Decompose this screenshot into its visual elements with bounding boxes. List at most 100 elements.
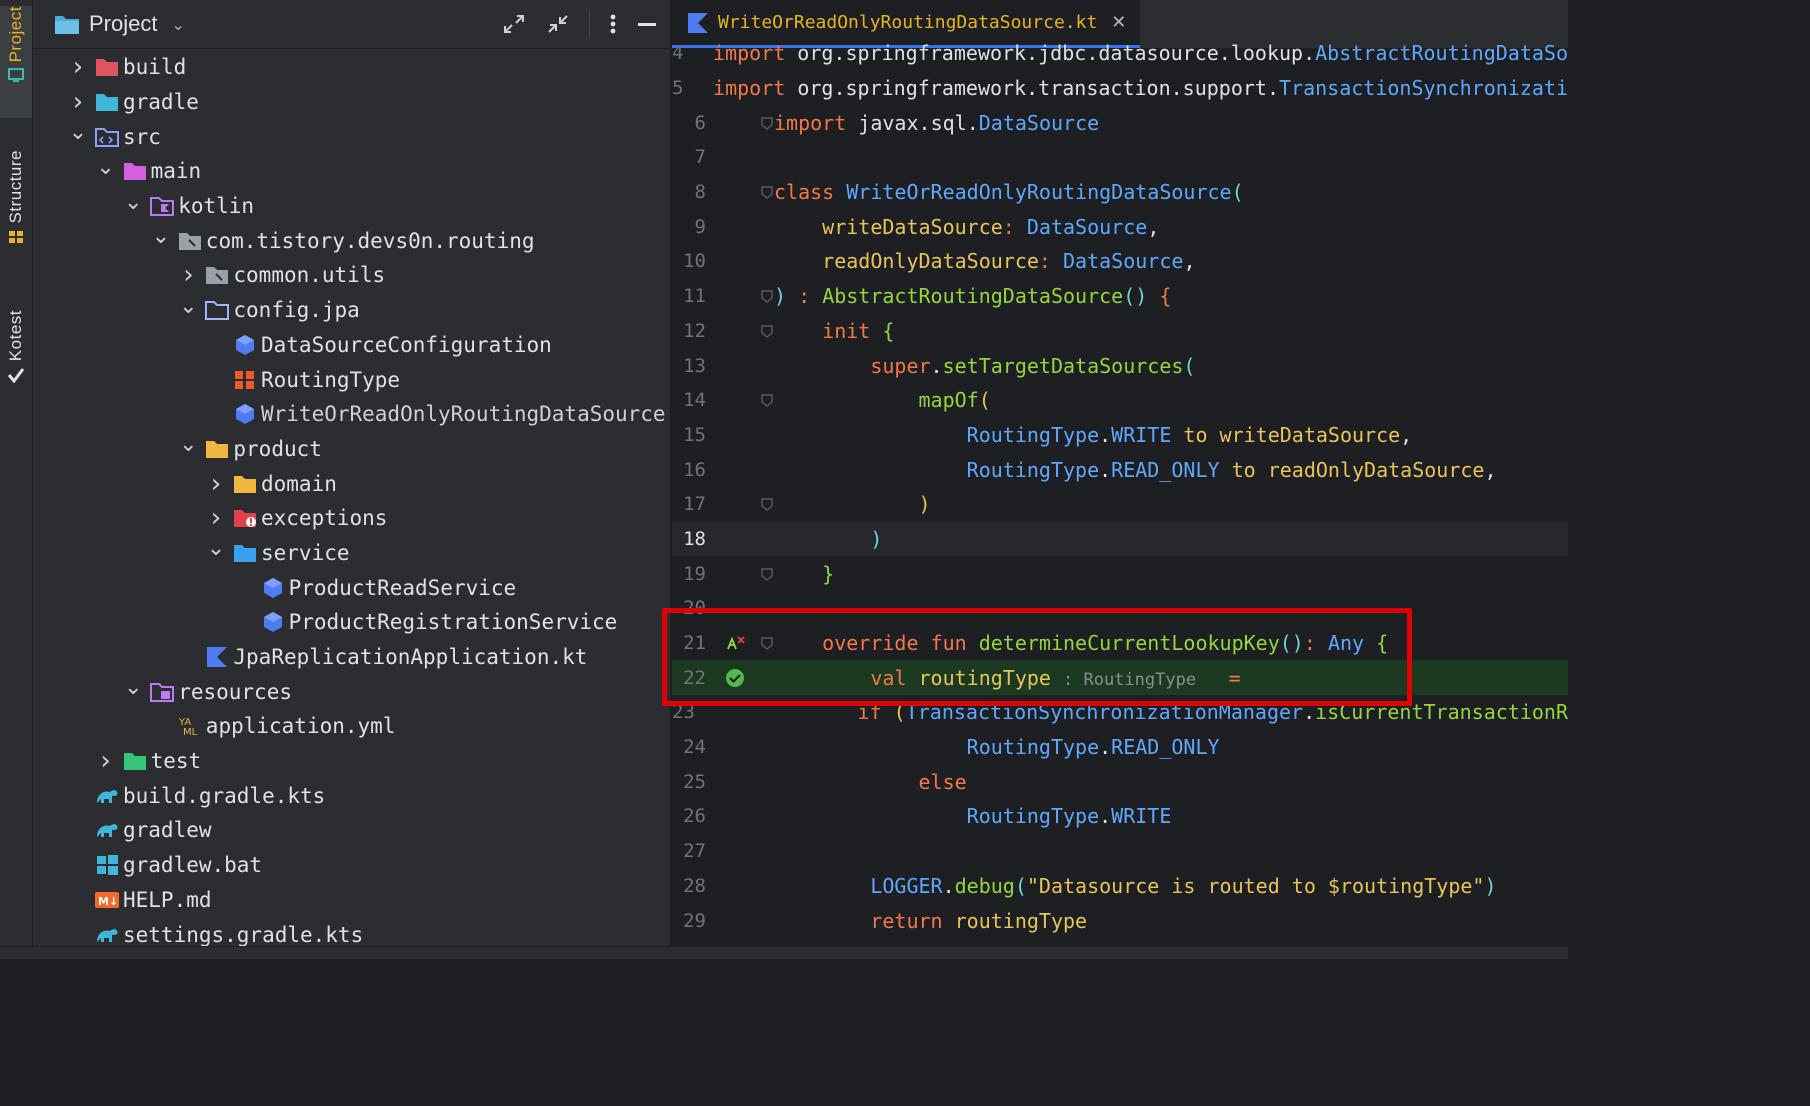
code-line[interactable]: 24 RoutingType.READ_ONLY bbox=[672, 730, 1568, 765]
collapse-all-icon[interactable] bbox=[545, 12, 571, 36]
tree-item-icon bbox=[231, 402, 259, 426]
tree-item[interactable]: ⌄ main bbox=[33, 154, 670, 189]
chevron-down-icon[interactable]: ⌄ bbox=[67, 120, 89, 145]
fold-icon[interactable] bbox=[760, 324, 774, 338]
code-line[interactable]: 28 LOGGER.debug("Datasource is routed to… bbox=[672, 869, 1568, 904]
line-number: 8 bbox=[694, 181, 706, 204]
code-line[interactable]: 14 mapOf( bbox=[672, 383, 1568, 418]
structure-tool-button[interactable]: Structure bbox=[0, 150, 32, 280]
tree-item[interactable]: › domain bbox=[33, 466, 670, 501]
tree-item[interactable]: › exceptions bbox=[33, 501, 670, 536]
chevron-down-icon[interactable]: ⌄ bbox=[122, 675, 144, 700]
code-view[interactable]: 4 import org.springframework.jdbc.datasou… bbox=[672, 36, 1568, 938]
code-line[interactable]: 25 else bbox=[672, 764, 1568, 799]
code-token: support bbox=[1182, 76, 1267, 101]
tree-item[interactable]: ⌄ src bbox=[33, 119, 670, 154]
line-number: 19 bbox=[683, 562, 706, 585]
code-line[interactable]: 10 readOnlyDataSource: DataSource, bbox=[672, 244, 1568, 279]
code-token: jdbc bbox=[1038, 41, 1087, 66]
tree-item[interactable]: JpaReplicationApplication.kt bbox=[33, 640, 670, 675]
code-line[interactable]: 7 bbox=[672, 140, 1568, 175]
chevron-right-icon[interactable]: › bbox=[177, 260, 199, 290]
code-line[interactable]: 19 } bbox=[672, 556, 1568, 591]
tree-item[interactable]: ⌄ com.tistory.devs0n.routing bbox=[33, 223, 670, 258]
chevron-down-icon[interactable]: ⌄ bbox=[205, 536, 227, 561]
code-line[interactable]: 6 import javax.sql.DataSource bbox=[672, 105, 1568, 140]
tree-item[interactable]: ⌄ service bbox=[33, 536, 670, 571]
code-line[interactable]: 4 import org.springframework.jdbc.datasou… bbox=[672, 36, 1568, 71]
chevron-right-icon[interactable]: › bbox=[67, 87, 89, 117]
expand-all-icon[interactable] bbox=[501, 12, 527, 36]
kotest-tool-button[interactable]: Kotest bbox=[0, 310, 32, 410]
tree-item[interactable]: gradlew.bat bbox=[33, 848, 670, 883]
fold-icon[interactable] bbox=[760, 567, 774, 581]
code-line[interactable]: 27 bbox=[672, 834, 1568, 869]
tree-item[interactable]: YA ML application.yml bbox=[33, 709, 670, 744]
code-line[interactable]: 26 RoutingType.WRITE bbox=[672, 799, 1568, 834]
chevron-right-icon[interactable]: › bbox=[95, 746, 117, 776]
tree-item[interactable]: › gradle bbox=[33, 85, 670, 120]
close-icon[interactable]: ✕ bbox=[1111, 12, 1126, 33]
tree-item[interactable]: ProductRegistrationService bbox=[33, 605, 670, 640]
tree-item-label: src bbox=[123, 124, 161, 149]
tree-item[interactable]: RoutingType bbox=[33, 362, 670, 397]
tree-item[interactable]: ⌄ product bbox=[33, 432, 670, 467]
chevron-down-icon[interactable]: ⌄ bbox=[177, 432, 199, 457]
code-line[interactable]: 9 writeDataSource: DataSource, bbox=[672, 209, 1568, 244]
tree-item[interactable]: ⌄ config.jpa bbox=[33, 293, 670, 328]
project-tool-button[interactable]: Project bbox=[0, 6, 32, 118]
line-number: 7 bbox=[694, 146, 706, 169]
line-number: 27 bbox=[683, 840, 706, 863]
tree-item-label: service bbox=[261, 540, 350, 565]
fold-icon[interactable] bbox=[760, 289, 774, 304]
tree-item[interactable]: › test bbox=[33, 744, 670, 779]
code-line[interactable]: 15 RoutingType.WRITE to writeDataSource, bbox=[672, 418, 1568, 453]
tree-item[interactable]: › common.utils bbox=[33, 258, 670, 293]
tree-item[interactable]: › build bbox=[33, 50, 670, 85]
code-line[interactable]: 18 ) bbox=[672, 521, 1568, 557]
chevron-right-icon[interactable]: › bbox=[67, 52, 89, 82]
tree-item[interactable]: gradlew bbox=[33, 813, 670, 848]
tree-item[interactable]: M↓ HELP.md bbox=[33, 883, 670, 918]
code-line[interactable]: 17 ) bbox=[672, 487, 1568, 522]
chevron-right-icon[interactable]: › bbox=[205, 503, 227, 533]
hide-panel-icon[interactable] bbox=[636, 12, 658, 36]
tree-item-label: build.gradle.kts bbox=[123, 783, 326, 808]
code-line[interactable]: 16 RoutingType.READ_ONLY to readOnlyData… bbox=[672, 452, 1568, 487]
code-line[interactable]: 5 import org.springframework.transaction.… bbox=[672, 71, 1568, 106]
chevron-down-icon[interactable]: ⌄ bbox=[150, 224, 172, 249]
fold-icon[interactable] bbox=[760, 116, 774, 130]
more-options-icon[interactable] bbox=[608, 12, 618, 36]
chevron-down-icon[interactable]: ⌄ bbox=[171, 15, 184, 34]
tree-item-icon: M↓ bbox=[93, 888, 121, 912]
code-line[interactable]: 11) : AbstractRoutingDataSource() { bbox=[672, 279, 1568, 314]
tree-item[interactable]: ⌄ kotlin bbox=[33, 189, 670, 224]
chevron-down-icon[interactable]: ⌄ bbox=[177, 294, 199, 319]
code-line[interactable]: 13 super.setTargetDataSources( bbox=[672, 348, 1568, 383]
code-token: return bbox=[870, 908, 955, 933]
chevron-down-icon[interactable]: ⌄ bbox=[95, 155, 117, 180]
fold-icon[interactable] bbox=[760, 185, 774, 199]
code-token: routingType bbox=[954, 908, 1088, 933]
tree-item[interactable]: ⌄ resources bbox=[33, 674, 670, 709]
chevron-down-icon[interactable]: ⌄ bbox=[122, 190, 144, 215]
chevron-right-icon[interactable]: › bbox=[205, 469, 227, 499]
project-panel-header: Project ⌄ bbox=[33, 0, 670, 49]
tree-item[interactable]: build.gradle.kts bbox=[33, 778, 670, 813]
code-line[interactable]: 12 init { bbox=[672, 314, 1568, 349]
fold-icon[interactable] bbox=[760, 497, 774, 512]
tree-item[interactable]: ProductReadService bbox=[33, 570, 670, 605]
code-text: RoutingType.WRITE to writeDataSource, bbox=[764, 423, 1413, 447]
code-line[interactable]: 29 return routingType bbox=[672, 903, 1568, 938]
tree-item[interactable]: DataSourceConfiguration bbox=[33, 328, 670, 363]
code-line[interactable]: 8 class WriteOrReadOnlyRoutingDataSource( bbox=[672, 175, 1568, 210]
tree-item[interactable]: WriteOrReadOnlyRoutingDataSource bbox=[33, 397, 670, 432]
code-token: ( bbox=[1014, 873, 1027, 898]
code-text: RoutingType.READ_ONLY bbox=[764, 735, 1220, 759]
project-tree: › build › gradle ⌄ src ⌄ main ⌄ kotlin ⌄ com.tistor… bbox=[33, 50, 670, 952]
fold-icon[interactable] bbox=[760, 393, 774, 408]
line-number: 16 bbox=[683, 458, 706, 481]
